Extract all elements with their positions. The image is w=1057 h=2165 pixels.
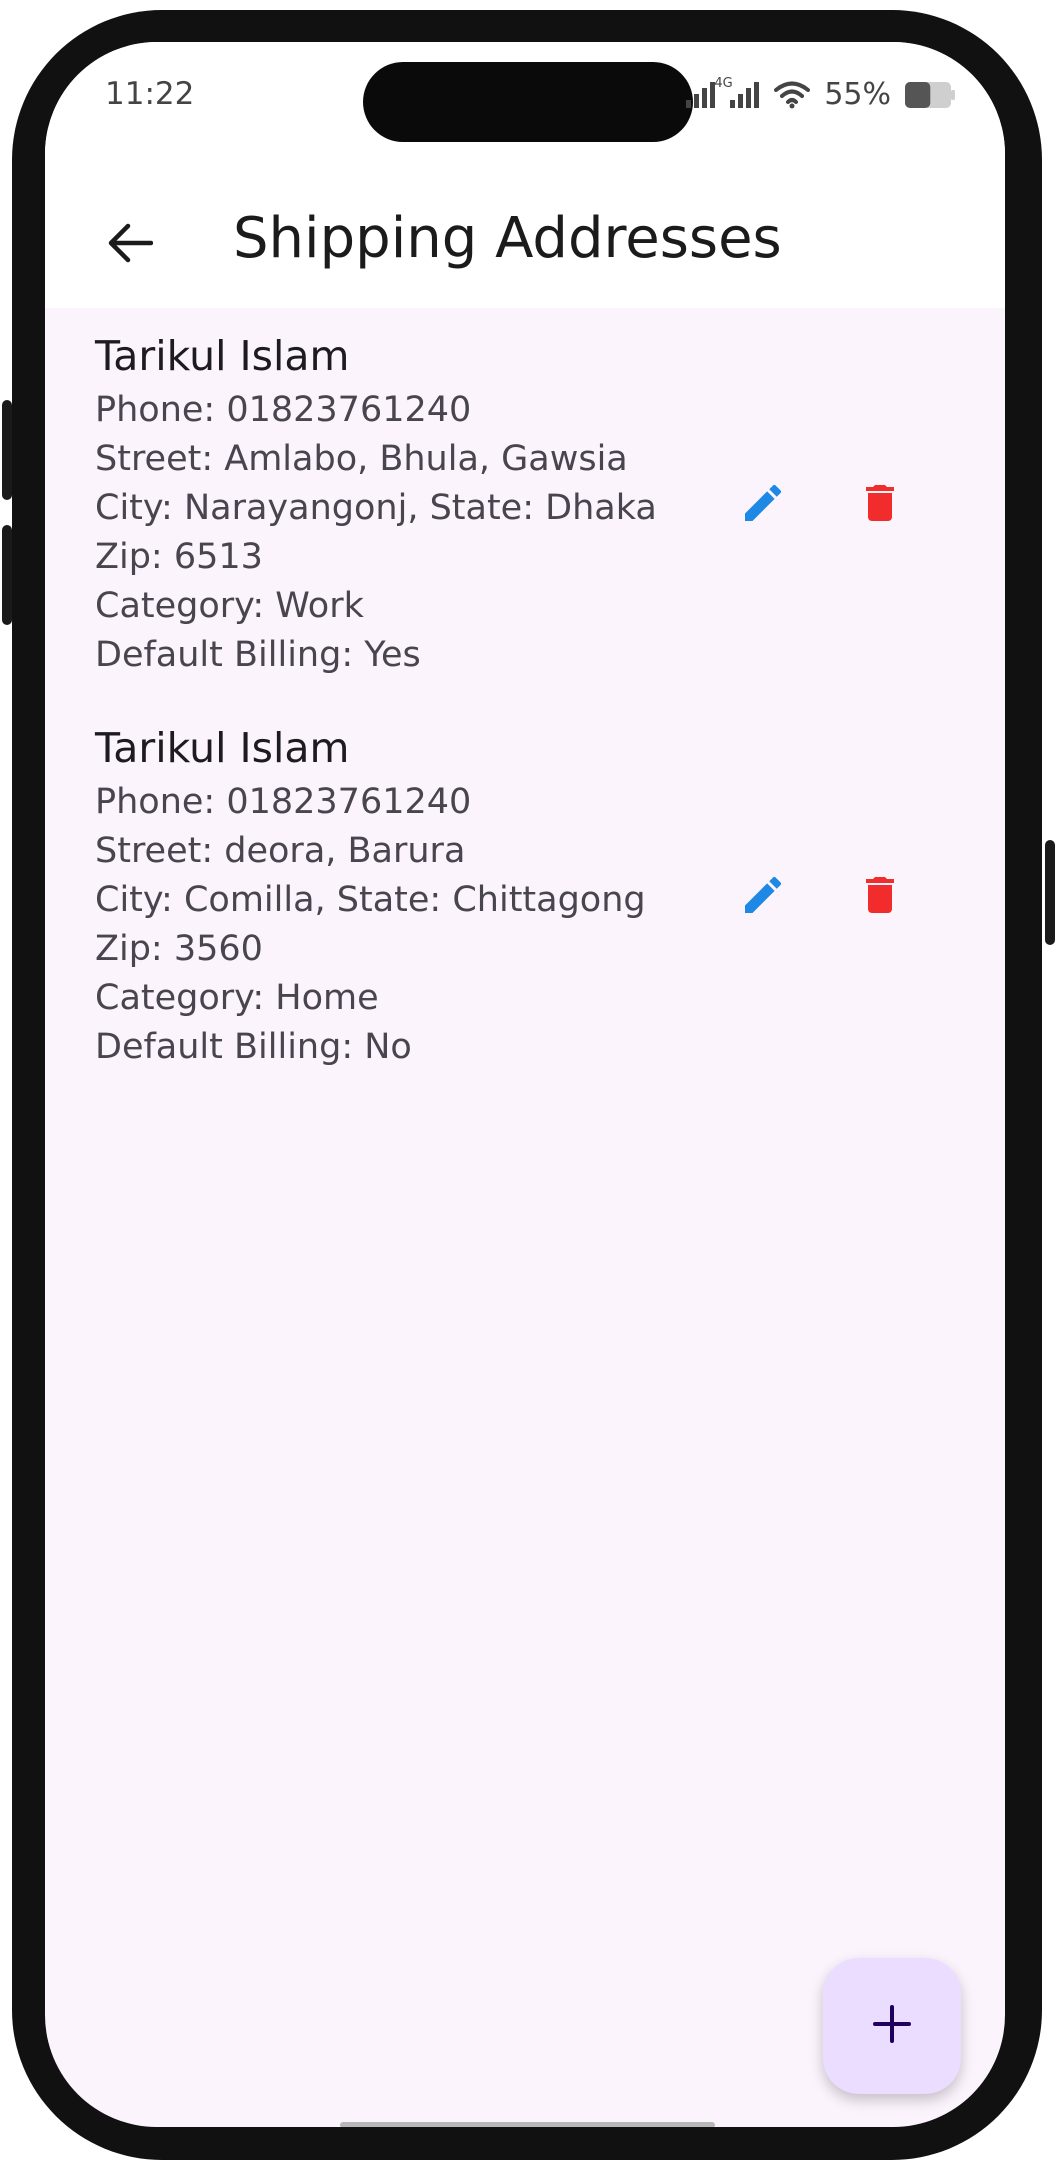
back-button[interactable] bbox=[95, 210, 165, 280]
delete-address-button[interactable] bbox=[845, 470, 915, 540]
pencil-icon bbox=[739, 479, 787, 531]
trash-icon bbox=[856, 871, 904, 923]
status-time: 11:22 bbox=[105, 76, 195, 112]
signal-icon bbox=[686, 81, 716, 108]
address-category: Category: Home bbox=[95, 978, 379, 1018]
screen: 11:22 4G 55% Shipping Addresses Tarikul … bbox=[45, 42, 1005, 2127]
add-address-button[interactable] bbox=[823, 1958, 961, 2094]
status-bar: 11:22 4G 55% bbox=[45, 42, 1005, 182]
network-type-label: 4G bbox=[714, 75, 733, 91]
address-city-state: City: Comilla, State: Chittagong bbox=[95, 880, 646, 920]
edit-address-button[interactable] bbox=[728, 470, 798, 540]
status-icons: 4G 55% bbox=[686, 76, 955, 112]
wifi-icon bbox=[774, 81, 811, 109]
pencil-icon bbox=[739, 871, 787, 923]
signal-4g-icon: 4G bbox=[714, 76, 760, 108]
address-name: Tarikul Islam bbox=[95, 724, 350, 772]
app-bar: Shipping Addresses bbox=[45, 182, 1005, 308]
address-list: Tarikul Islam Phone: 01823761240 Street:… bbox=[45, 308, 1005, 1092]
edit-address-button[interactable] bbox=[728, 862, 798, 932]
address-zip: Zip: 6513 bbox=[95, 537, 263, 577]
address-default-billing: Default Billing: Yes bbox=[95, 635, 421, 675]
address-phone: Phone: 01823761240 bbox=[95, 390, 472, 430]
dynamic-island bbox=[363, 62, 693, 142]
address-city-state: City: Narayangonj, State: Dhaka bbox=[95, 488, 657, 528]
address-phone: Phone: 01823761240 bbox=[95, 782, 472, 822]
plus-icon bbox=[872, 2004, 912, 2048]
address-street: Street: Amlabo, Bhula, Gawsia bbox=[95, 439, 628, 479]
home-indicator[interactable] bbox=[340, 2122, 715, 2127]
page-title: Shipping Addresses bbox=[233, 206, 782, 271]
address-zip: Zip: 3560 bbox=[95, 929, 263, 969]
address-default-billing: Default Billing: No bbox=[95, 1027, 412, 1067]
address-card: Tarikul Islam Phone: 01823761240 Street:… bbox=[45, 700, 1005, 1092]
delete-address-button[interactable] bbox=[845, 862, 915, 932]
trash-icon bbox=[856, 479, 904, 531]
volume-up-button bbox=[2, 400, 12, 500]
volume-down-button bbox=[2, 525, 12, 625]
address-street: Street: deora, Barura bbox=[95, 831, 466, 871]
address-category: Category: Work bbox=[95, 586, 364, 626]
battery-percent: 55% bbox=[824, 77, 891, 112]
arrow-back-icon bbox=[107, 223, 154, 267]
battery-icon bbox=[905, 81, 955, 108]
power-button bbox=[1045, 840, 1055, 945]
address-name: Tarikul Islam bbox=[95, 332, 350, 380]
address-card: Tarikul Islam Phone: 01823761240 Street:… bbox=[45, 308, 1005, 700]
